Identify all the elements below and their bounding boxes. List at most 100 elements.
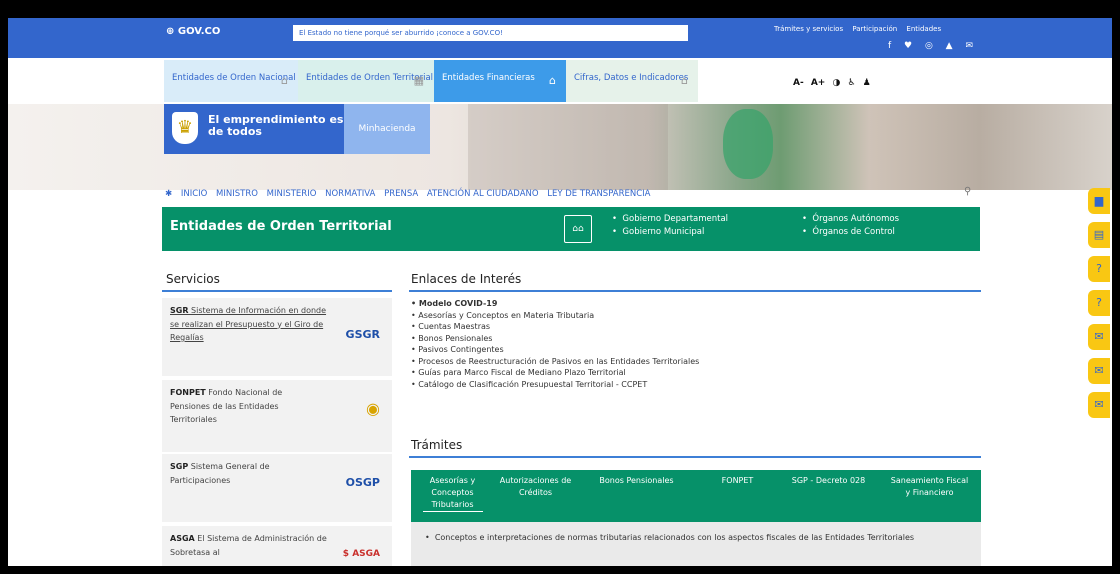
nav-transparencia[interactable]: LEY DE TRANSPARENCIA [547,189,650,199]
main-nav: ✱ INICIO MINISTRO MINISTERIO NORMATIVA P… [165,189,657,199]
document-icon[interactable]: ▆ [1088,188,1110,214]
service-bold: FONPET [170,388,206,397]
list-item[interactable]: Procesos de Reestructuración de Pasivos … [411,356,699,368]
accessibility-controls[interactable]: A- A+ ◑ ♿ ♟ [793,78,871,88]
list-item[interactable]: Modelo COVID-19 [411,298,699,310]
service-card-sgr[interactable]: SGR Sistema de Información en donde se r… [162,298,392,376]
nav-normativa[interactable]: NORMATIVA [325,189,375,199]
list-item[interactable]: Bonos Pensionales [411,333,699,345]
entity-label: Entidades Financieras [442,73,535,83]
hero-shade [468,104,668,190]
service-text: SGP Sistema General de Participaciones [170,460,320,487]
link-entidades[interactable]: Entidades [906,25,941,33]
nav-prensa[interactable]: PRENSA [384,189,418,199]
entity-label: Entidades de Orden Nacional [172,73,296,83]
tab-sgp[interactable]: SGP - Decreto 028 [779,470,878,522]
govco-logo[interactable]: ⊕ GOV.CO [166,26,220,37]
service-desc: Sistema de Información en donde se reali… [170,306,327,342]
link-gobierno-municipal[interactable]: • Gobierno Municipal [612,226,728,239]
tramites-title: Trámites [411,438,463,452]
tab-content-text[interactable]: Conceptos e interpretaciones de normas t… [435,533,914,542]
list-item[interactable]: Catálogo de Clasificación Presupuestal T… [411,379,699,391]
divider [162,290,392,292]
search-icon[interactable]: ⚲ [964,186,971,197]
fonpet-logo: ◉ [366,399,380,418]
link-organos-autonomos[interactable]: • Órganos Autónomos [802,213,899,226]
tab-content: • Conceptos e interpretaciones de normas… [411,522,981,566]
tab-fonpet[interactable]: FONPET [696,470,779,522]
list-item[interactable]: Guías para Marco Fiscal de Mediano Plazo… [411,367,699,379]
file-icon[interactable]: ▤ [1088,222,1110,248]
nav-ministerio[interactable]: MINISTERIO [267,189,317,199]
gov-message[interactable]: El Estado no tiene porqué ser aburrido ¡… [293,25,688,41]
sgp-logo: OSGP [345,476,380,489]
home-icon[interactable]: ✱ [165,189,172,199]
social-icons[interactable]: f ♥ ◎ ▲ ✉ [888,41,978,51]
tramites-tabs: Asesorías y Conceptos Tributarios Autori… [411,470,981,522]
asga-logo: $ ASGA [342,549,380,559]
nav-inicio[interactable]: INICIO [181,189,208,199]
links-list: Modelo COVID-19 Asesorías y Conceptos en… [411,298,699,390]
entity-tab-territorial[interactable]: Entidades de Orden Territorial ▦ [298,60,434,102]
service-text: FONPET Fondo Nacional de Pensiones de la… [170,386,320,427]
tab-saneamiento[interactable]: Saneamiento Fiscal y Financiero [878,470,981,522]
service-text: ASGA El Sistema de Administración de Sob… [170,532,330,559]
services-title: Servicios [166,272,220,286]
building-icon: ⌂ [281,74,288,87]
nav-ministro[interactable]: MINISTRO [216,189,258,199]
service-text: SGR Sistema de Información en donde se r… [170,304,330,345]
list-item[interactable]: Asesorías y Conceptos en Materia Tributa… [411,310,699,322]
link-label: Órganos Autónomos [812,214,900,224]
entity-label: Cifras, Datos e Indicadores [574,73,689,83]
link-gobierno-departamental[interactable]: • Gobierno Departamental [612,213,728,226]
hero-image [723,109,773,179]
entity-tab-nacional[interactable]: Entidades de Orden Nacional ⌂ [164,60,298,102]
map-icon: ▦ [413,74,424,87]
bank-icon: ⌂ [681,74,688,87]
list-item[interactable]: Pasivos Contingentes [411,344,699,356]
sgr-logo: GSGR [345,328,380,341]
list-item[interactable]: Cuentas Maestras [411,321,699,333]
help-icon[interactable]: ? [1088,290,1110,316]
links-title: Enlaces de Interés [411,272,522,286]
chat-icon[interactable]: ✉ [1088,324,1110,350]
brand-box[interactable]: ♛ El emprendimiento es de todos [164,104,344,154]
chat-icon[interactable]: ✉ [1088,358,1110,384]
service-card-asga[interactable]: ASGA El Sistema de Administración de Sob… [162,526,392,566]
link-label: Gobierno Departamental [622,214,729,224]
entities-bar: Entidades de Orden Nacional ⌂ Entidades d… [8,58,1112,104]
nav-atencion[interactable]: ATENCIÓN AL CIUDADANO [427,189,539,199]
link-organos-control[interactable]: • Órganos de Control [802,226,899,239]
chat-icon[interactable]: ✉ [1088,392,1110,418]
service-bold: SGR [170,306,189,315]
entity-tab-financieras[interactable]: Entidades Financieras ⌂ [434,60,566,102]
browser-page: ⊕ GOV.CO El Estado no tiene porqué ser a… [8,18,1112,566]
section-banner: Entidades de Orden Territorial ⌂⌂ • Gobi… [162,207,980,251]
tab-label: Asesorías y Conceptos Tributarios [422,475,483,512]
brand-slogan: El emprendimiento es de todos [208,113,344,138]
entity-tab-cifras[interactable]: Cifras, Datos e Indicadores ⌂ [566,60,698,102]
section-title: Entidades de Orden Territorial [170,219,392,234]
link-tramites[interactable]: Trámites y servicios [774,25,843,33]
ministry-box[interactable]: Minhacienda [344,104,430,154]
divider [409,290,981,292]
bank-icon: ⌂ [549,74,556,87]
floating-sidebar: ▆ ▤ ? ? ✉ ✉ ✉ [1088,188,1112,426]
link-label: Órganos de Control [812,227,895,237]
link-participacion[interactable]: Participación [852,25,897,33]
banner-links-2: • Órganos Autónomos • Órganos de Control [802,213,899,239]
service-bold: SGP [170,462,189,471]
tab-asesorias[interactable]: Asesorías y Conceptos Tributarios [411,470,494,522]
divider [409,456,981,458]
service-card-fonpet[interactable]: FONPET Fondo Nacional de Pensiones de la… [162,380,392,452]
tab-autorizaciones[interactable]: Autorizaciones de Créditos [494,470,577,522]
gov-top-bar: ⊕ GOV.CO El Estado no tiene porqué ser a… [8,18,1112,58]
banner-links-1: • Gobierno Departamental • Gobierno Muni… [612,213,728,239]
service-card-sgp[interactable]: SGP Sistema General de Participaciones O… [162,454,392,522]
service-bold: ASGA [170,534,195,543]
help-icon[interactable]: ? [1088,256,1110,282]
map-icon: ⌂⌂ [564,215,592,243]
link-label: Gobierno Municipal [622,227,705,237]
coat-of-arms-icon: ♛ [172,112,198,144]
tab-bonos[interactable]: Bonos Pensionales [577,470,696,522]
